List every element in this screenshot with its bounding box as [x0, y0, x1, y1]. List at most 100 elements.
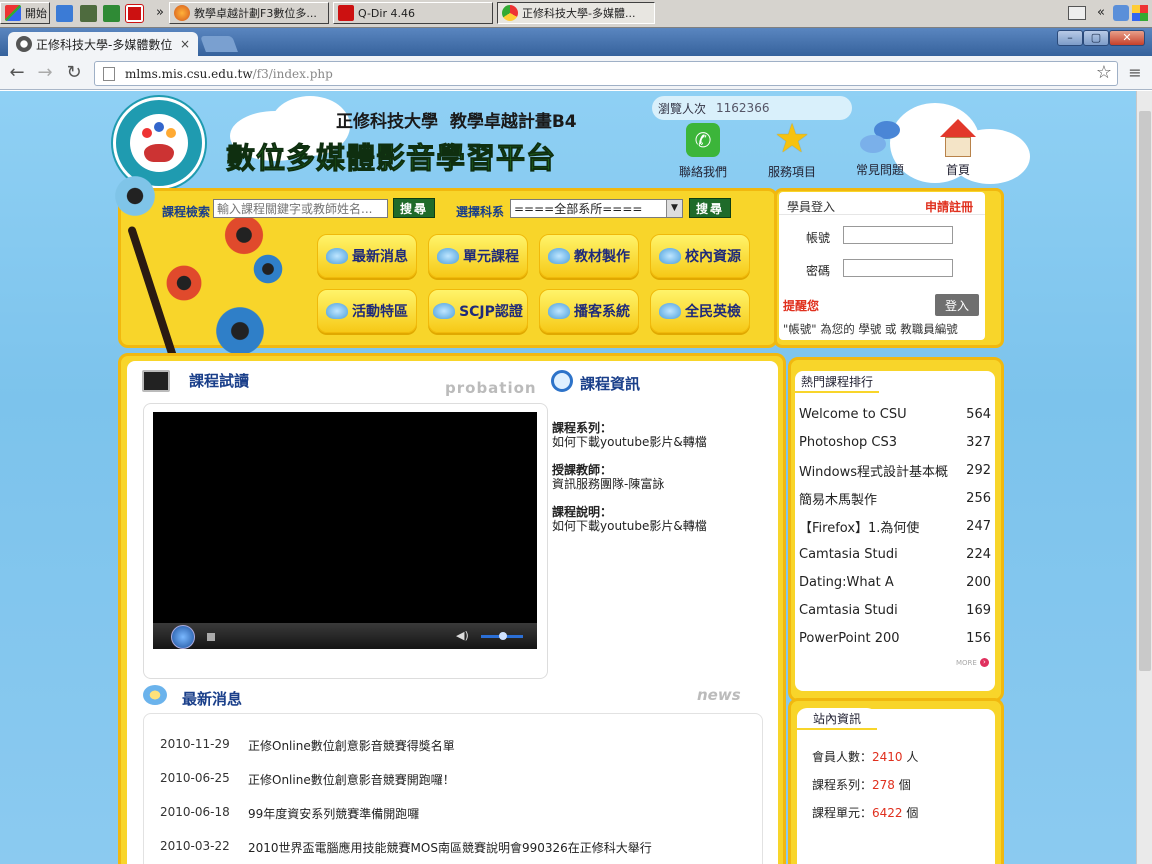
news-date: 2010-11-29	[160, 737, 230, 751]
play-icon[interactable]	[171, 625, 195, 649]
quicklaunch-overflow-icon[interactable]: »	[156, 5, 164, 20]
school-name-text: 正修科技大學	[336, 112, 438, 132]
news-item[interactable]: 2010-06-18 99年度資安系列競賽準備開跑囉	[160, 805, 419, 822]
start-button[interactable]: 開始	[0, 2, 50, 24]
ranking-name[interactable]: Welcome to CSU	[799, 407, 907, 422]
menu-latest-news[interactable]: 最新消息	[317, 234, 417, 278]
ranking-count: 169	[966, 602, 991, 618]
nav-contact[interactable]: ✆ 聯絡我們	[668, 123, 738, 180]
tool-quicklaunch-icon[interactable]	[80, 5, 97, 22]
ranking-name[interactable]: 簡易木馬製作	[799, 489, 877, 508]
video-player[interactable]: ◀)	[153, 412, 537, 649]
ranking-name[interactable]: Dating:What A	[799, 575, 894, 590]
menu-campus-resources[interactable]: 校內資源	[650, 234, 750, 278]
course-search-label: 課程檢索	[162, 205, 211, 219]
back-button[interactable]: ←	[6, 62, 28, 84]
ranking-item[interactable]: Camtasia Studi 224	[799, 540, 991, 568]
browser-tab-active[interactable]: 正修科技大學-多媒體數位 ×	[8, 32, 198, 56]
new-tab-button[interactable]	[200, 36, 238, 52]
ranking-name[interactable]: Camtasia Studi	[799, 547, 898, 562]
reload-button[interactable]: ↻	[63, 62, 85, 84]
chevron-down-icon[interactable]: ▼	[666, 200, 682, 217]
menu-label: 單元課程	[463, 249, 519, 265]
stat-unit: 個	[906, 806, 919, 820]
menu-material-making[interactable]: 教材製作	[539, 234, 639, 278]
close-window-button[interactable]: ✕	[1109, 30, 1145, 46]
ranking-name[interactable]: PowerPoint 200	[799, 631, 900, 646]
task-firefox[interactable]: 教學卓越計劃F3數位多...	[169, 2, 329, 24]
news-item[interactable]: 2010-06-25 正修Online數位創意影音競賽開跑囉！	[160, 771, 455, 788]
cloud-icon	[433, 303, 456, 319]
menu-icon[interactable]: ≡	[1124, 62, 1146, 84]
stat-units: 課程單元：6422 個	[812, 804, 918, 821]
login-button[interactable]: 登入	[935, 294, 979, 316]
news-link[interactable]: 正修Online數位創意影音競賽得獎名單	[248, 737, 455, 754]
vertical-scrollbar[interactable]	[1136, 91, 1152, 864]
ranking-item[interactable]: 簡易木馬製作 256	[799, 484, 991, 512]
task-chrome[interactable]: 正修科技大學-多媒體...	[497, 2, 655, 24]
ranking-name[interactable]: 【Firefox】1.為何使	[799, 517, 919, 536]
menu-unit-courses[interactable]: 單元課程	[428, 234, 528, 278]
ranking-name[interactable]: Camtasia Studi	[799, 603, 898, 618]
network-tray-icon[interactable]	[1113, 5, 1129, 21]
volume-icon[interactable]: ◀)	[456, 629, 469, 642]
volume-slider[interactable]	[481, 632, 523, 640]
news-link[interactable]: 2010世界盃電腦應用技能競賽MOS南區競賽說明會990326在正修科大舉行	[248, 839, 652, 856]
ranking-item[interactable]: Windows程式設計基本概 292	[799, 456, 991, 484]
news-date: 2010-06-18	[160, 805, 230, 819]
task-qdir[interactable]: Q-Dir 4.46	[333, 2, 493, 24]
ranking-item[interactable]: Dating:What A 200	[799, 568, 991, 596]
divider	[779, 214, 985, 215]
maximize-button[interactable]: ▢	[1083, 30, 1109, 46]
ranking-item[interactable]: Welcome to CSU 564	[799, 400, 991, 428]
news-date: 2010-06-25	[160, 771, 230, 785]
news-item[interactable]: 2010-03-22 2010世界盃電腦應用技能競賽MOS南區競賽說明會99032…	[160, 839, 652, 856]
ranking-item[interactable]: PowerPoint 200 156	[799, 624, 991, 652]
ranking-item[interactable]: Camtasia Studi 169	[799, 596, 991, 624]
course-search-input[interactable]	[213, 199, 388, 218]
address-bar[interactable]: mlms.mis.csu.edu.tw/f3/index.php	[94, 61, 1118, 86]
nav-home[interactable]: 首頁	[923, 119, 993, 178]
home-icon	[940, 119, 976, 159]
news-link[interactable]: 正修Online數位創意影音競賽開跑囉！	[248, 771, 455, 788]
account-input[interactable]	[843, 226, 953, 244]
ranking-item[interactable]: 【Firefox】1.為何使 247	[799, 512, 991, 540]
ranking-more-link[interactable]: MORE ›	[956, 658, 989, 667]
menu-gept[interactable]: 全民英檢	[650, 289, 750, 333]
more-label[interactable]: MORE	[956, 659, 977, 667]
tray-expand-icon[interactable]: «	[1097, 5, 1105, 20]
editor-quicklaunch-icon[interactable]	[103, 5, 120, 22]
volume-thumb[interactable]	[499, 632, 507, 640]
menu-scjp[interactable]: SCJP認證	[428, 289, 528, 333]
arrow-right-icon[interactable]: ›	[979, 658, 989, 667]
stop-icon[interactable]	[207, 633, 215, 641]
nav-faq-label: 常見問題	[855, 163, 904, 177]
stat-value: 278	[872, 778, 895, 792]
series-label: 課程系列：	[552, 421, 613, 435]
nav-faq[interactable]: 常見問題	[845, 121, 915, 178]
ie-quicklaunch-icon[interactable]	[56, 5, 73, 22]
tab-close-icon[interactable]: ×	[180, 37, 190, 51]
windows-tray-icon[interactable]	[1132, 5, 1148, 21]
news-item[interactable]: 2010-11-29 正修Online數位創意影音競賽得獎名單	[160, 737, 455, 754]
minimize-button[interactable]: –	[1057, 30, 1083, 46]
ranking-name[interactable]: Photoshop CS3	[799, 435, 897, 450]
menu-events[interactable]: 活動特區	[317, 289, 417, 333]
dept-search-button[interactable]: 搜尋	[689, 198, 731, 218]
forward-button[interactable]: →	[34, 62, 56, 84]
course-search-button[interactable]: 搜尋	[393, 198, 435, 218]
nav-services[interactable]: ★ 服務項目	[757, 119, 827, 180]
dept-select[interactable]: ====全部系所==== ▼	[510, 199, 683, 218]
menu-podcast[interactable]: 播客系統	[539, 289, 639, 333]
keyboard-icon[interactable]	[1068, 6, 1086, 20]
app-quicklaunch-icon[interactable]	[125, 4, 144, 23]
news-link[interactable]: 99年度資安系列競賽準備開跑囉	[248, 805, 419, 822]
bookmark-star-icon[interactable]: ☆	[1093, 62, 1115, 84]
trial-watermark: probation	[445, 379, 537, 397]
scrollbar-thumb[interactable]	[1139, 111, 1151, 671]
register-link[interactable]: 申請註冊	[925, 198, 973, 215]
news-watermark: news	[697, 686, 741, 704]
ranking-item[interactable]: Photoshop CS3 327	[799, 428, 991, 456]
password-input[interactable]	[843, 259, 953, 277]
ranking-name[interactable]: Windows程式設計基本概	[799, 461, 948, 480]
